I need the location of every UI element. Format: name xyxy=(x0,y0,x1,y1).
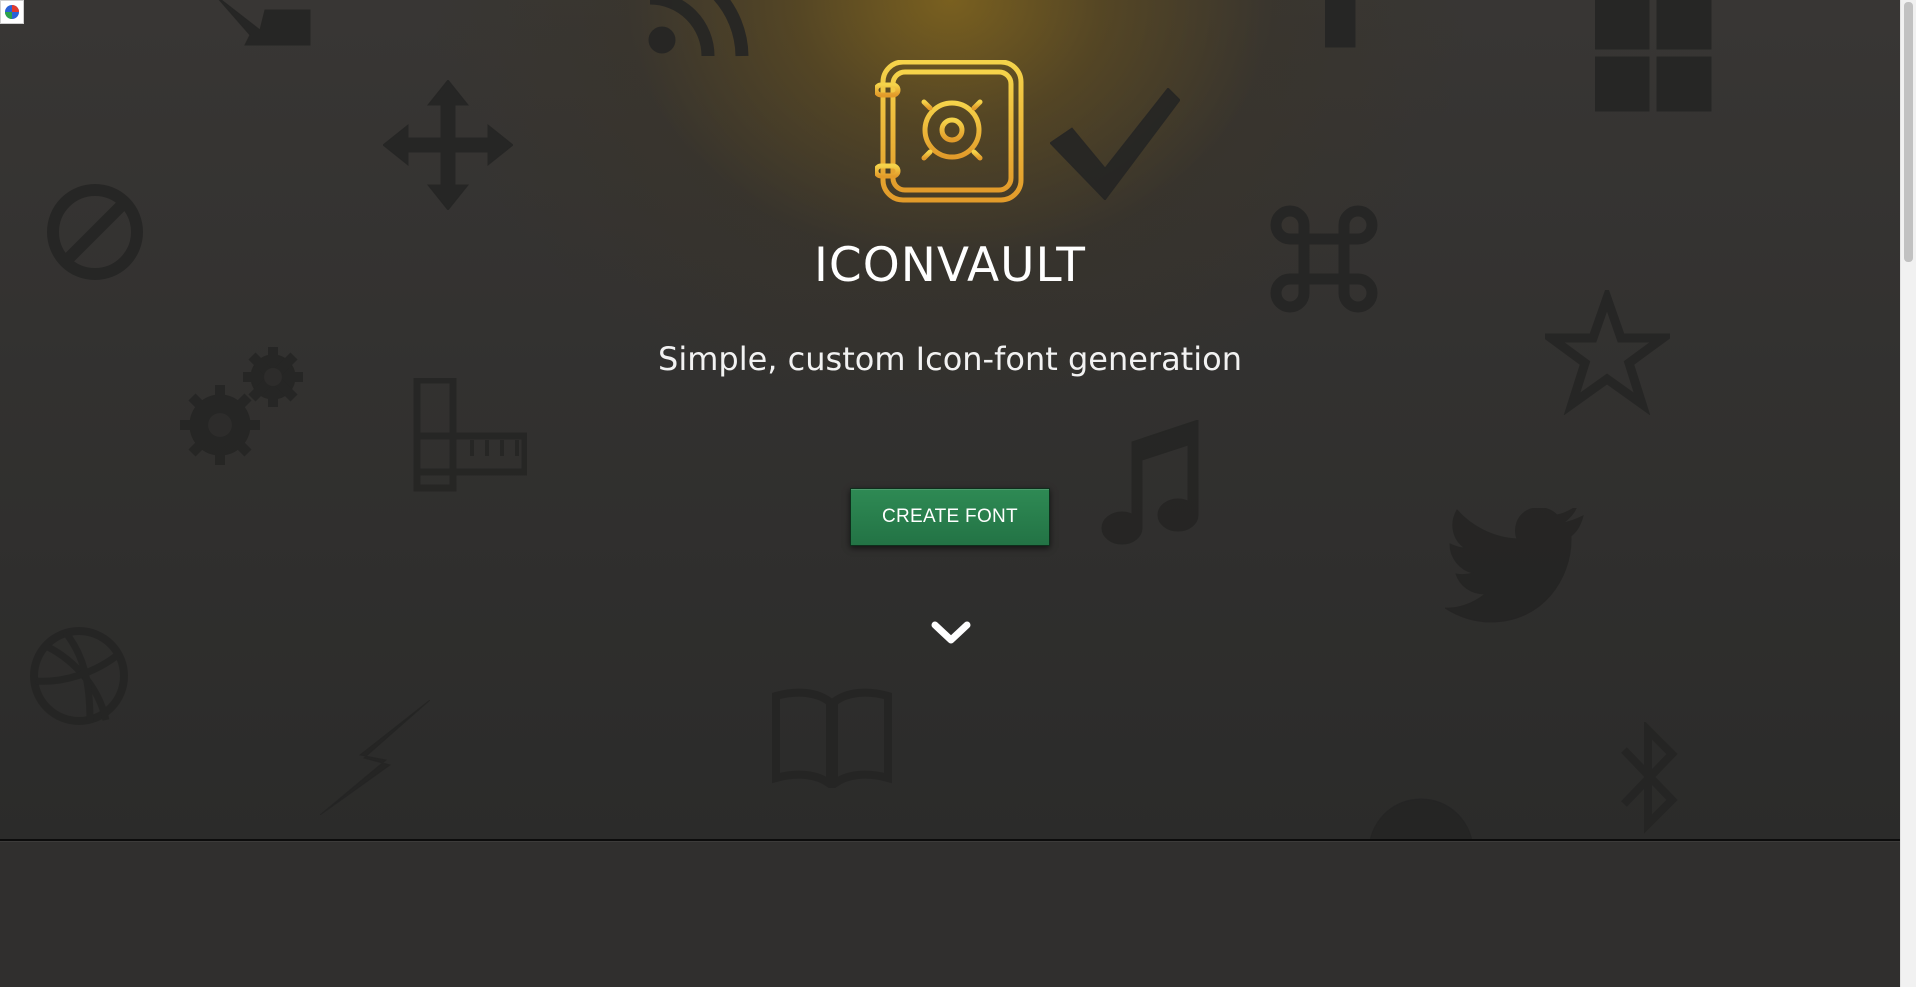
chevron-down-icon[interactable] xyxy=(930,618,972,648)
globe-icon xyxy=(1369,798,1473,839)
content-section xyxy=(0,841,1900,987)
book-icon xyxy=(772,688,892,788)
bluetooth-icon xyxy=(1621,722,1678,834)
bar-icon xyxy=(1325,0,1356,48)
scrollbar-thumb[interactable] xyxy=(1904,2,1913,262)
hero-section: ICONVAULT Simple, custom Icon-font gener… xyxy=(0,0,1900,841)
page: ICONVAULT Simple, custom Icon-font gener… xyxy=(0,0,1900,987)
dribbble-icon xyxy=(30,627,128,725)
app-title: ICONVAULT xyxy=(814,238,1086,293)
create-font-button[interactable]: CREATE FONT xyxy=(850,488,1050,546)
windows-icon xyxy=(1595,0,1712,112)
music-icon xyxy=(1101,420,1199,545)
scrollbar[interactable] xyxy=(1900,0,1916,987)
ruler-icon xyxy=(413,378,527,492)
twitter-icon xyxy=(1445,508,1584,623)
check-icon xyxy=(1050,88,1180,200)
vault-logo-icon xyxy=(875,60,1024,203)
rss-icon xyxy=(648,0,749,57)
move-icon xyxy=(383,80,513,210)
arrow-down-right-icon xyxy=(218,0,311,46)
app-tagline: Simple, custom Icon-font generation xyxy=(658,340,1242,378)
favicon-icon xyxy=(0,0,24,24)
bolt-icon xyxy=(320,700,430,815)
